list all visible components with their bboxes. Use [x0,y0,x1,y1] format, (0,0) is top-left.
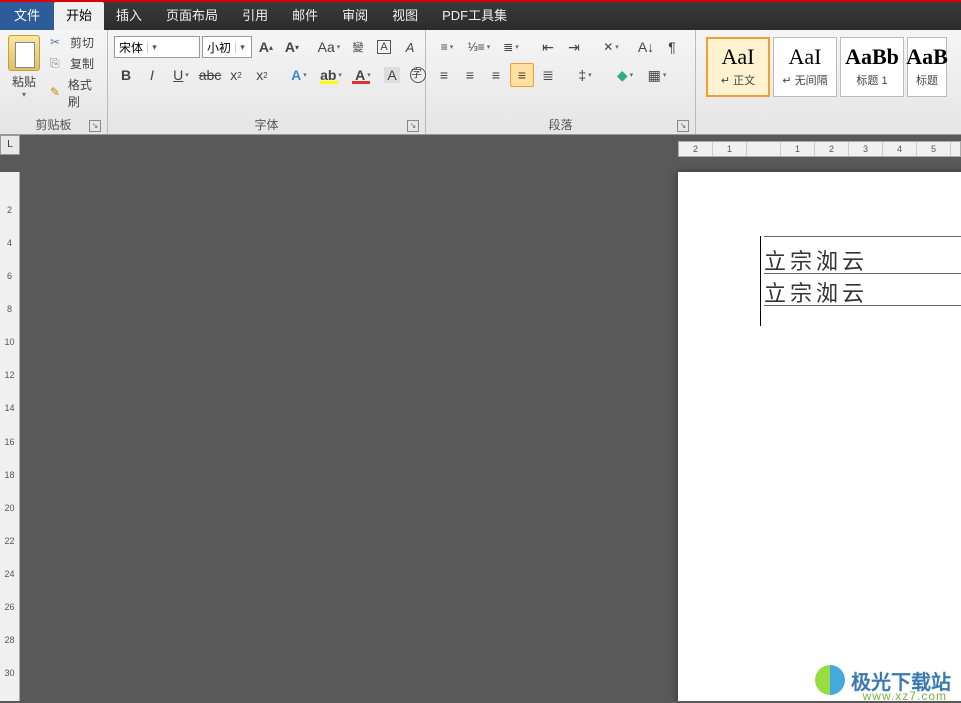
chevron-down-icon: ▾ [235,42,249,53]
decrease-indent-button[interactable]: ⇤ [536,35,560,59]
paste-label: 粘贴 [12,73,36,90]
menu-layout[interactable]: 页面布局 [154,2,230,30]
multilevel-button[interactable]: ≣▾ [496,35,526,59]
font-label: 字体 [254,118,278,132]
style-no-spacing[interactable]: AaI ↵ 无间隔 [773,37,837,97]
clipboard-label: 剪贴板 [35,118,71,132]
doc-text-line[interactable]: 立宗洳云 [764,276,868,308]
menu-review[interactable]: 审阅 [330,2,380,30]
shading-button[interactable]: ◆▾ [610,63,640,87]
ruler-vertical[interactable]: 2 4 6 8 10 12 14 16 18 20 22 24 26 28 30 [0,172,20,701]
text-effects-button[interactable]: A▾ [284,63,314,87]
ruler-horizontal[interactable]: 2 1 1 2 3 4 5 [678,141,961,157]
brush-icon: ✎ [50,85,64,101]
change-case-button[interactable]: Aa▾ [314,35,344,59]
highlight-button[interactable]: ab▾ [316,63,346,87]
doc-text-line[interactable]: 立宗洳云 [764,244,868,276]
phonetic-guide-button[interactable]: 變 [346,35,370,59]
text-direction-button[interactable]: ✕▾ [596,35,626,59]
font-name-combo[interactable]: 宋体▾ [114,36,200,58]
clear-formatting-button[interactable]: A [398,35,422,59]
document-area[interactable]: 立宗洳云 立宗洳云 [20,157,961,701]
menu-pdf[interactable]: PDF工具集 [430,2,519,30]
font-expand[interactable]: ↘ [407,120,419,132]
page[interactable]: 立宗洳云 立宗洳云 [678,172,961,701]
sort-button[interactable]: A↓ [634,35,658,59]
borders-button[interactable]: ▦▾ [642,63,672,87]
char-shading-button[interactable]: A [380,63,404,87]
cut-button[interactable]: ✂剪切 [46,33,103,52]
group-font: 宋体▾ 小初▾ A▴ A▾ Aa▾ 變 A A B I U▾ abc x2 x2… [108,30,426,134]
style-heading1[interactable]: AaBb 标题 1 [840,37,904,97]
strikethrough-button[interactable]: abc [198,63,222,87]
style-normal[interactable]: AaI ↵ 正文 [706,37,770,97]
scissors-icon: ✂ [50,35,66,51]
show-marks-button[interactable]: ¶ [660,35,684,59]
watermark-logo-icon [815,665,845,695]
italic-button[interactable]: I [140,63,164,87]
increase-indent-button[interactable]: ⇥ [562,35,586,59]
subscript-button[interactable]: x2 [224,63,248,87]
menu-insert[interactable]: 插入 [104,2,154,30]
paste-button[interactable]: 粘贴 ▾ [4,33,44,101]
superscript-button[interactable]: x2 [250,63,274,87]
chevron-down-icon: ▾ [147,42,161,53]
paragraph-label: 段落 [548,118,572,132]
group-clipboard: 粘贴 ▾ ✂剪切 ⎘复制 ✎格式刷 剪贴板 ↘ [0,30,108,134]
justify-button[interactable]: ≡ [510,63,534,87]
menu-bar: 文件 开始 插入 页面布局 引用 邮件 审阅 视图 PDF工具集 [0,0,961,30]
format-painter-button[interactable]: ✎格式刷 [46,75,103,111]
enclose-char-button[interactable]: 字 [406,63,430,87]
bullets-button[interactable]: ≡▾ [432,35,462,59]
bold-button[interactable]: B [114,63,138,87]
copy-button[interactable]: ⎘复制 [46,54,103,73]
paste-icon [8,35,40,71]
group-paragraph: ≡▾ ⅓≡▾ ≣▾ ⇤ ⇥ ✕▾ A↓ ¶ ≡ ≡ ≡ ≡ ≣ ‡▾ [426,30,696,134]
font-size-combo[interactable]: 小初▾ [202,36,252,58]
font-color-button[interactable]: A▾ [348,63,378,87]
grow-font-button[interactable]: A▴ [254,35,278,59]
char-border-button[interactable]: A [372,35,396,59]
text-cursor [760,236,761,326]
align-right-button[interactable]: ≡ [484,63,508,87]
ribbon: 粘贴 ▾ ✂剪切 ⎘复制 ✎格式刷 剪贴板↘ 宋体▾ 小初▾ A▴ A▾ Aa▾… [0,30,961,135]
line-spacing-button[interactable]: ‡▾ [570,63,600,87]
menu-home[interactable]: 开始 [54,2,104,30]
menu-mail[interactable]: 邮件 [280,2,330,30]
align-center-button[interactable]: ≡ [458,63,482,87]
numbering-button[interactable]: ⅓≡▾ [464,35,494,59]
menu-view[interactable]: 视图 [380,2,430,30]
menu-reference[interactable]: 引用 [230,2,280,30]
copy-icon: ⎘ [50,56,66,72]
clipboard-expand[interactable]: ↘ [89,120,101,132]
style-title[interactable]: AaB 标题 [907,37,947,97]
distributed-button[interactable]: ≣ [536,63,560,87]
shrink-font-button[interactable]: A▾ [280,35,304,59]
tab-selector[interactable]: L [0,135,20,155]
paragraph-expand[interactable]: ↘ [677,120,689,132]
underline-button[interactable]: U▾ [166,63,196,87]
align-left-button[interactable]: ≡ [432,63,456,87]
group-styles: AaI ↵ 正文 AaI ↵ 无间隔 AaBb 标题 1 AaB 标题 [696,30,961,134]
menu-file[interactable]: 文件 [0,2,54,30]
